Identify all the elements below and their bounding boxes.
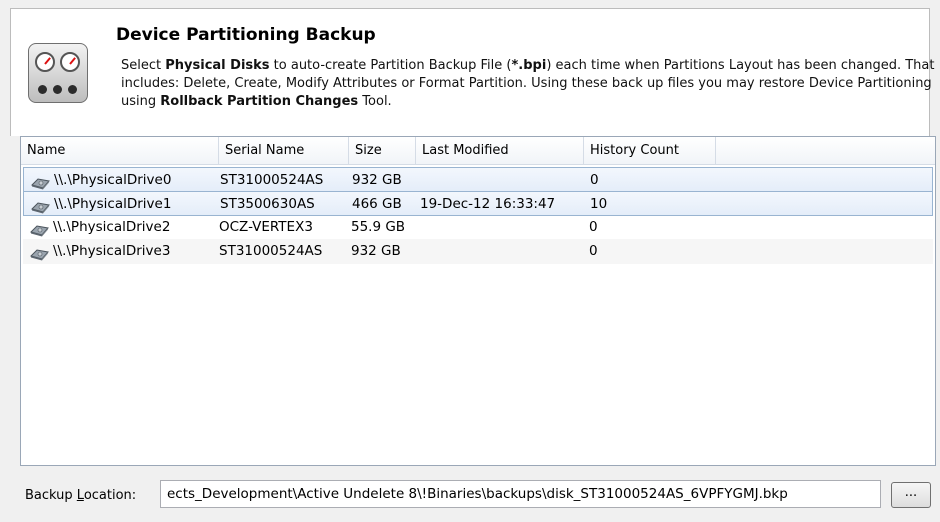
cell-serial-name: ST3500630AS [220,196,315,212]
cell-history-count: 0 [589,243,598,259]
description-emphasis: *.bpi [511,58,547,73]
description-emphasis: Physical Disks [165,58,270,73]
hard-drive-icon [29,245,49,261]
page-title: Device Partitioning Backup [116,25,376,45]
cell-drive-name: \\.\PhysicalDrive2 [53,219,171,235]
description-segment: to auto-create Partition Backup File ( [269,58,512,73]
cell-size: 932 GB [352,172,402,188]
cell-serial-name: OCZ-VERTEX3 [219,219,313,235]
cell-drive-name: \\.\PhysicalDrive3 [53,243,171,259]
column-header-history-count[interactable]: History Count [584,137,716,164]
table-row[interactable]: \\.\PhysicalDrive2 OCZ-VERTEX3 55.9 GB 0 [23,215,933,240]
column-header-size[interactable]: Size [349,137,416,164]
cell-history-count: 0 [589,219,598,235]
table-row[interactable]: \\.\PhysicalDrive1 ST3500630AS 466 GB 19-De… [23,191,933,216]
cell-history-count: 0 [590,172,599,188]
list-header: Name Serial Name Size Last Modified Hist… [21,137,935,165]
hard-drive-icon [30,174,50,190]
cell-size: 932 GB [351,243,401,259]
hard-drive-icon [30,198,50,214]
table-row[interactable]: \\.\PhysicalDrive3 ST31000524AS 932 GB 0 [23,239,933,264]
table-row[interactable]: \\.\PhysicalDrive0 ST31000524AS 932 GB 0 [23,167,933,192]
hard-drive-icon [29,221,49,237]
disk-list[interactable]: Name Serial Name Size Last Modified Hist… [20,136,936,466]
cell-drive-name: \\.\PhysicalDrive1 [54,196,172,212]
browse-button[interactable]: ... [891,482,931,508]
description-text: Select Physical Disks to auto-create Par… [121,57,940,111]
cell-serial-name: ST31000524AS [220,172,324,188]
column-header-name[interactable]: Name [21,137,219,164]
cell-size: 466 GB [352,196,402,212]
gauges-icon [28,43,88,103]
column-header-last-modified[interactable]: Last Modified [416,137,584,164]
cell-serial-name: ST31000524AS [219,243,323,259]
header-panel: Device Partitioning Backup Select Physic… [10,8,934,136]
description-emphasis: Rollback Partition Changes [160,94,359,109]
column-header-serial[interactable]: Serial Name [219,137,349,164]
cell-drive-name: \\.\PhysicalDrive0 [54,172,172,188]
cell-history-count: 10 [590,196,608,212]
description-segment: Tool. [358,94,392,109]
backup-location-input[interactable]: ects_Development\Active Undelete 8\!Bina… [160,480,881,508]
cell-last-modified: 19-Dec-12 16:33:47 [420,196,556,212]
cell-size: 55.9 GB [351,219,406,235]
backup-location-label: Backup Location: [25,488,137,503]
description-segment: Select [121,58,166,73]
